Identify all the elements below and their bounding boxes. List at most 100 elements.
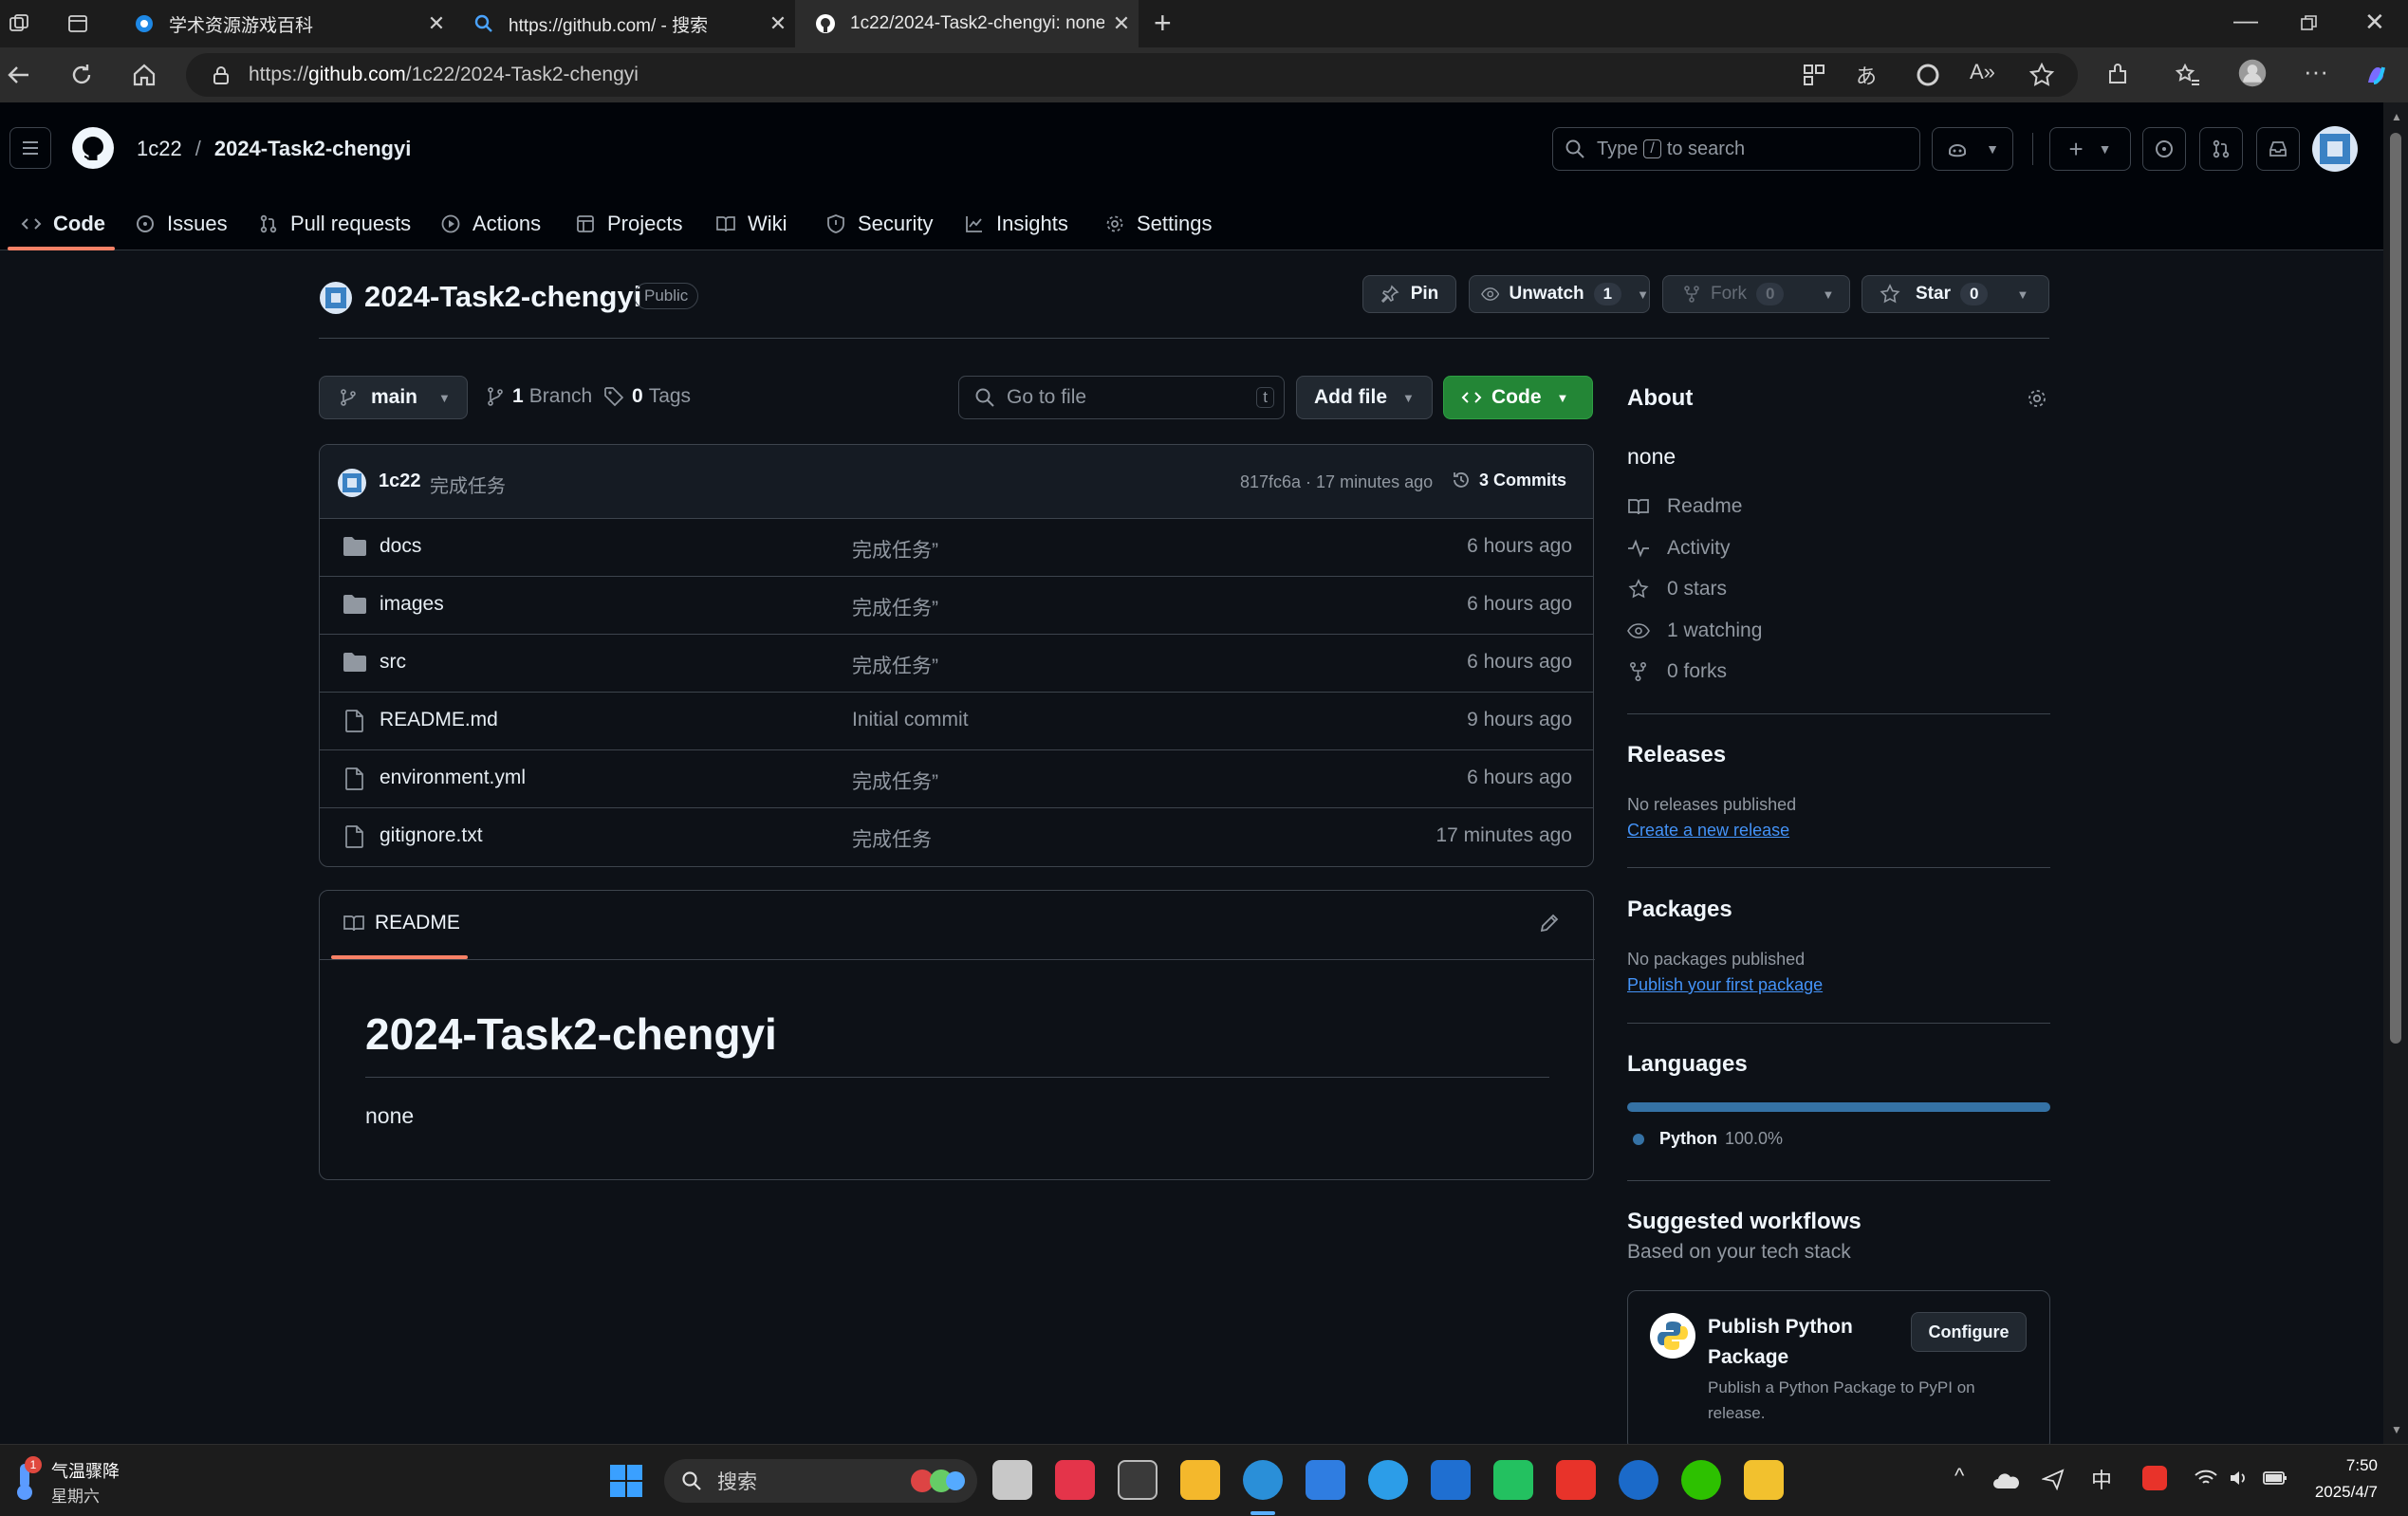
scroll-up-icon[interactable]: ▲ [2391, 110, 2402, 123]
tab-actions[interactable]: Actions [440, 197, 541, 250]
table-row[interactable]: src 完成任务” 6 hours ago [320, 635, 1593, 693]
edge-browser-icon[interactable] [1243, 1460, 1283, 1500]
tab-insights[interactable]: Insights [964, 197, 1068, 250]
lock-icon[interactable] [211, 65, 232, 85]
commits-link[interactable]: 3 Commits [1451, 470, 1566, 490]
file-name[interactable]: src [380, 651, 406, 674]
file-name[interactable]: docs [380, 535, 421, 558]
extensions-icon[interactable] [2102, 60, 2133, 90]
favorites-icon[interactable] [2173, 60, 2203, 90]
chevron-down-icon[interactable]: ▼ [2016, 287, 2028, 302]
gear-icon[interactable] [2026, 387, 2048, 410]
app-icon-blue-ring[interactable] [1619, 1460, 1658, 1500]
stars-link[interactable]: 0 stars [1627, 578, 1727, 601]
create-release-link[interactable]: Create a new release [1627, 821, 1789, 841]
branches-link[interactable]: 1 Branch [486, 385, 592, 408]
activity-link[interactable]: Activity [1627, 537, 1731, 560]
address-field[interactable]: https://github.com/1c22/2024-Task2-cheng… [186, 53, 2078, 97]
file-name[interactable]: images [380, 593, 444, 616]
scroll-down-icon[interactable]: ▼ [2391, 1423, 2402, 1436]
send-icon[interactable] [2042, 1468, 2065, 1490]
commit-author[interactable]: 1c22 [379, 471, 421, 492]
go-to-file-input[interactable]: Go to file t [958, 376, 1285, 419]
file-commit-message[interactable]: 完成任务” [852, 593, 938, 621]
browser-tab-1[interactable]: 学术资源游戏百科 ✕ [114, 0, 454, 47]
unwatch-button[interactable]: Unwatch 1 ▼ [1469, 275, 1650, 313]
branch-selector[interactable]: main ▼ [319, 376, 468, 419]
profile-avatar-icon[interactable] [2237, 58, 2268, 88]
refresh-icon[interactable] [66, 60, 97, 90]
weather-widget[interactable]: 1 [11, 1456, 42, 1502]
releases-title[interactable]: Releases [1627, 742, 1726, 768]
tab-projects[interactable]: Projects [575, 197, 682, 250]
table-row[interactable]: images 完成任务” 6 hours ago [320, 577, 1593, 635]
create-new-button[interactable]: + ▼ [2049, 127, 2131, 171]
language-item[interactable]: Python 100.0% [1633, 1129, 1783, 1149]
edge-sync-icon[interactable] [1913, 60, 1943, 90]
browser-tab-3[interactable]: 1c22/2024-Task2-chengyi: none ✕ [795, 0, 1139, 47]
outlook-icon[interactable] [1431, 1460, 1471, 1500]
file-name[interactable]: environment.yml [380, 767, 526, 789]
inbox-button[interactable] [2256, 127, 2300, 171]
file-commit-message[interactable]: 完成任务 [852, 824, 932, 853]
clock-time[interactable]: 7:50 [2302, 1456, 2378, 1475]
copilot-icon[interactable] [2361, 60, 2391, 90]
app-available-icon[interactable] [1799, 60, 1829, 90]
browser-tab-2[interactable]: https://github.com/ - 搜索 ✕ [454, 0, 795, 47]
watching-link[interactable]: 1 watching [1627, 619, 1762, 642]
back-icon[interactable] [4, 60, 34, 90]
table-row[interactable]: README.md Initial commit 9 hours ago [320, 693, 1593, 750]
app-icon-diamond[interactable] [1744, 1460, 1784, 1500]
tray-app-icon[interactable] [2142, 1466, 2167, 1490]
workflow-card-title[interactable]: Publish Python Package [1708, 1312, 1898, 1373]
home-icon[interactable] [129, 60, 159, 90]
file-name[interactable]: README.md [380, 709, 498, 731]
fork-button[interactable]: Fork 0 ▼ [1662, 275, 1850, 313]
table-row[interactable]: environment.yml 完成任务” 6 hours ago [320, 750, 1593, 808]
new-tab-button[interactable]: + [1154, 6, 1172, 41]
weather-title[interactable]: 气温骤降 [51, 1458, 120, 1483]
app-icon-red[interactable] [1055, 1460, 1095, 1500]
commit-sha-time[interactable]: 817fc6a · 17 minutes ago [1240, 472, 1433, 492]
breadcrumb-owner[interactable]: 1c22 [137, 137, 182, 161]
taskbar-search[interactable]: 搜索 [664, 1459, 977, 1503]
wechat-icon[interactable] [1681, 1460, 1721, 1500]
wifi-icon[interactable] [2194, 1468, 2218, 1488]
file-commit-message[interactable]: Initial commit [852, 709, 969, 731]
tab-security[interactable]: Security [825, 197, 933, 250]
close-icon[interactable]: ✕ [1104, 11, 1139, 36]
microsoft-store-icon[interactable] [1306, 1460, 1345, 1500]
edge-dev-icon[interactable] [1368, 1460, 1408, 1500]
windows-start-icon[interactable] [609, 1464, 643, 1498]
file-commit-message[interactable]: 完成任务” [852, 767, 938, 795]
minimize-button[interactable]: — [2233, 6, 2258, 35]
copilot-button[interactable]: ▼ [1932, 127, 2013, 171]
favorite-star-icon[interactable] [2027, 60, 2057, 90]
task-view-icon[interactable] [992, 1460, 1032, 1500]
ime-indicator[interactable]: 中 [2091, 1464, 2112, 1494]
forks-link[interactable]: 0 forks [1627, 660, 1727, 683]
table-row[interactable]: docs 完成任务” 6 hours ago [320, 519, 1593, 577]
close-icon[interactable]: ✕ [761, 11, 795, 36]
vertical-tabs-icon[interactable] [66, 12, 89, 35]
pull-requests-button[interactable] [2199, 127, 2243, 171]
file-commit-message[interactable]: 完成任务” [852, 535, 938, 564]
more-options-icon[interactable]: ··· [2304, 57, 2328, 86]
star-button[interactable]: Star 0 ▼ [1862, 275, 2049, 313]
user-avatar[interactable] [2311, 125, 2359, 173]
commit-message[interactable]: 完成任务 [430, 471, 506, 498]
read-aloud-icon[interactable]: A» [1970, 60, 1995, 84]
search-input[interactable]: Type / to search [1552, 127, 1920, 171]
volume-icon[interactable] [2228, 1468, 2251, 1488]
wps-office-icon[interactable] [1556, 1460, 1596, 1500]
repo-owner-avatar[interactable] [319, 281, 353, 315]
publish-package-link[interactable]: Publish your first package [1627, 975, 1823, 995]
show-hidden-icons[interactable]: ^ [1954, 1464, 1964, 1488]
readme-link[interactable]: Readme [1627, 495, 1742, 518]
add-file-button[interactable]: Add file ▼ [1296, 376, 1433, 419]
tab-pull-requests[interactable]: Pull requests [258, 197, 411, 250]
tab-issues[interactable]: Issues [135, 197, 228, 250]
clock-date[interactable]: 2025/4/7 [2283, 1483, 2378, 1502]
pencil-icon[interactable] [1538, 912, 1561, 934]
table-row[interactable]: gitignore.txt 完成任务 17 minutes ago [320, 808, 1593, 866]
